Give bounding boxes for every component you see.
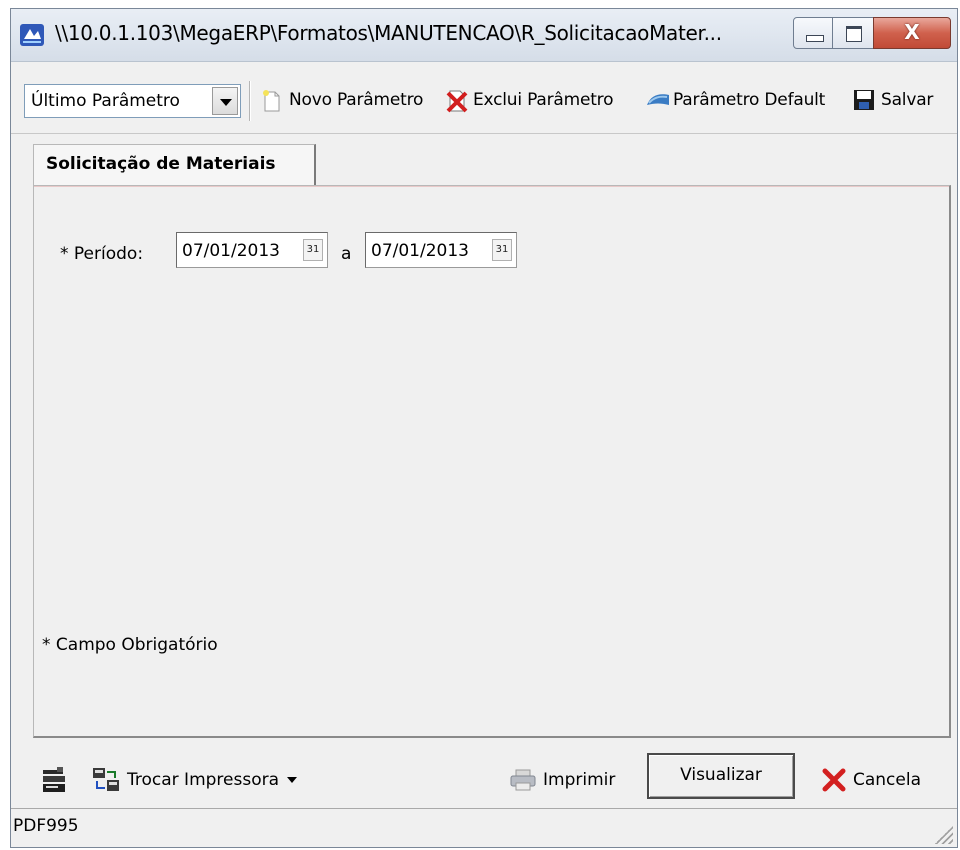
- new-parameter-button[interactable]: Novo Parâmetro: [261, 85, 423, 115]
- tab-panel: * Período: 07/01/2013 31 a 07/01/2013 31…: [33, 185, 951, 738]
- date-to-field[interactable]: 07/01/2013 31: [365, 232, 517, 268]
- tab-label: Solicitação de Materiais: [46, 154, 276, 174]
- printer-icon: [509, 768, 537, 792]
- trocar-impressora-button[interactable]: Trocar Impressora: [91, 765, 298, 795]
- date-from-value: 07/01/2013: [182, 241, 280, 261]
- trocar-impressora-label: Trocar Impressora: [127, 770, 280, 790]
- default-parameter-label: Parâmetro Default: [673, 90, 826, 110]
- default-param-icon: [645, 89, 669, 111]
- imprimir-button[interactable]: Imprimir: [509, 765, 615, 795]
- minimize-icon: [806, 35, 824, 42]
- printer-setup-icon: [41, 766, 67, 794]
- red-x-icon: [821, 767, 847, 793]
- imprimir-text: Imprimir: [543, 770, 616, 790]
- title-bar[interactable]: \\10.0.1.103\MegaERP\Formatos\MANUTENCAO…: [11, 9, 957, 62]
- date-from-field[interactable]: 07/01/2013 31: [176, 232, 328, 268]
- default-parameter-button[interactable]: Parâmetro Default: [645, 85, 825, 115]
- new-document-icon: [261, 89, 283, 112]
- maximize-icon: [846, 26, 862, 42]
- dropdown-arrow-icon[interactable]: [287, 777, 298, 783]
- action-bar: Trocar Impressora Imprimir Visualizar Ca…: [11, 747, 957, 809]
- close-icon: X: [904, 20, 920, 44]
- parameter-select[interactable]: Último Parâmetro: [24, 84, 241, 118]
- imprimir-label: Imprimir: [543, 770, 615, 790]
- toolbar: Último Parâmetro Novo Parâmetro Exclui P…: [11, 61, 957, 134]
- parameter-select-value: Último Parâmetro: [31, 91, 180, 111]
- new-parameter-label: Novo Parâmetro: [289, 90, 424, 110]
- calendar-icon[interactable]: 31: [492, 239, 512, 261]
- cancela-label: Cancela: [853, 770, 922, 790]
- status-printer-name: PDF995: [13, 816, 79, 836]
- save-button[interactable]: Salvar: [853, 85, 933, 115]
- chevron-down-icon[interactable]: [212, 87, 238, 115]
- delete-document-icon: [445, 89, 468, 113]
- visualizar-button[interactable]: Visualizar: [647, 753, 795, 799]
- date-to-value: 07/01/2013: [371, 241, 469, 261]
- periodo-label: * Período:: [60, 244, 144, 264]
- date-range-separator: a: [341, 244, 352, 264]
- save-label: Salvar: [881, 90, 934, 110]
- resize-grip-icon[interactable]: [935, 826, 953, 844]
- tab-solicitacao-materiais[interactable]: Solicitação de Materiais: [33, 144, 316, 186]
- maximize-button[interactable]: [832, 17, 874, 49]
- cancela-button[interactable]: Cancela: [821, 765, 921, 795]
- close-button[interactable]: X: [873, 17, 951, 49]
- printer-setup-button[interactable]: [41, 765, 67, 795]
- toolbar-separator: [249, 81, 251, 121]
- delete-parameter-label: Exclui Parâmetro: [473, 90, 614, 110]
- app-icon[interactable]: [19, 23, 45, 47]
- status-bar: PDF995: [11, 808, 957, 847]
- required-field-note: * Campo Obrigatório: [42, 635, 218, 655]
- window-title: \\10.0.1.103\MegaERP\Formatos\MANUTENCAO…: [55, 21, 722, 45]
- calendar-icon[interactable]: 31: [303, 239, 323, 261]
- floppy-disk-icon: [853, 89, 875, 111]
- status-pane: PDF995: [13, 812, 913, 842]
- swap-printer-icon: [91, 766, 121, 794]
- report-window: \\10.0.1.103\MegaERP\Formatos\MANUTENCAO…: [10, 8, 958, 848]
- delete-parameter-button[interactable]: Exclui Parâmetro: [445, 85, 613, 115]
- minimize-button[interactable]: [793, 17, 833, 49]
